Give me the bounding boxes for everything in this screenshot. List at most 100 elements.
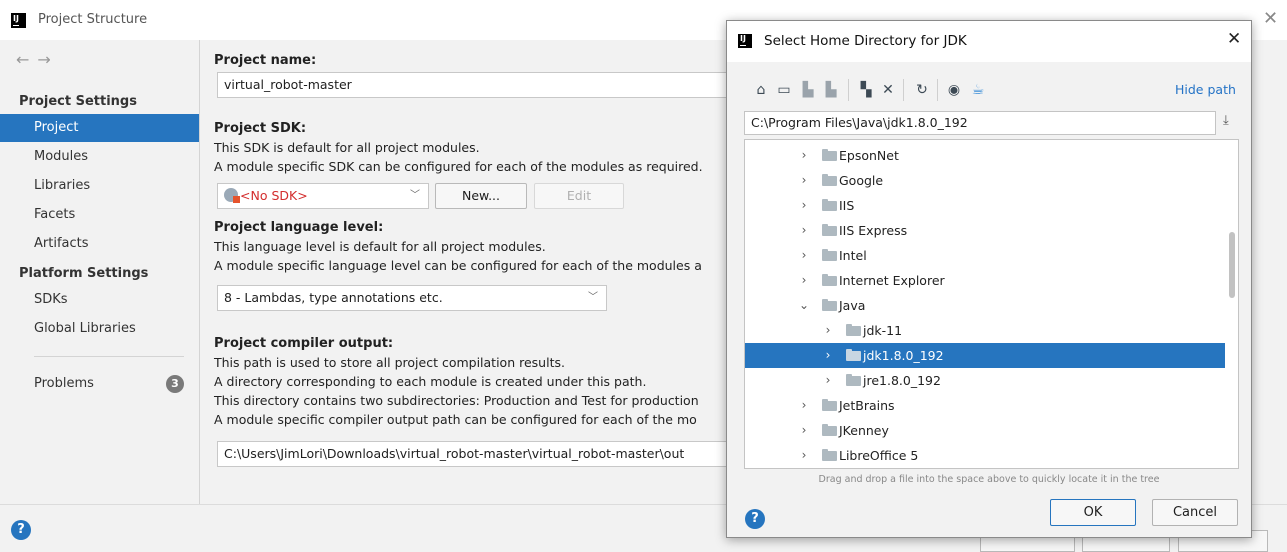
module-icon[interactable]: ▙ [822, 81, 840, 99]
language-level-value: 8 - Lambdas, type annotations etc. [224, 290, 443, 305]
ok-button[interactable]: OK [1050, 499, 1136, 526]
sidebar-item-libraries[interactable]: Libraries [0, 172, 199, 200]
compiler-output-input[interactable]: C:\Users\JimLori\Downloads\virtual_robot… [217, 441, 747, 467]
folder-icon [846, 374, 861, 386]
chevron-down-icon: ﹀ [410, 190, 420, 201]
nav-back-forward-icon[interactable]: ←→ [16, 50, 59, 69]
sidebar-item-modules[interactable]: Modules [0, 143, 199, 171]
project-name-input[interactable]: virtual_robot-master [217, 72, 747, 98]
new-folder-icon[interactable]: ▚ [857, 81, 875, 99]
show-hidden-icon[interactable]: ◉ [945, 81, 963, 99]
sdk-select[interactable]: <No SDK> ﹀ [217, 183, 429, 209]
compiler-desc-3: This directory contains two subdirectori… [214, 393, 699, 408]
folder-icon [822, 224, 837, 236]
download-icon[interactable]: ⤓ [1223, 113, 1229, 128]
sidebar-item-project[interactable]: Project [0, 114, 199, 142]
folder-icon [846, 349, 861, 361]
tree-row-label: Java [839, 298, 866, 313]
dialog-title-bar: IJ Select Home Directory for JDK ✕ [727, 21, 1251, 62]
main-close-icon[interactable]: ✕ [1263, 8, 1278, 29]
tree-row-label: JetBrains [839, 398, 895, 413]
chevron-right-icon[interactable]: › [822, 318, 834, 343]
edit-sdk-button[interactable]: Edit [534, 183, 624, 209]
desktop-icon[interactable]: ▭ [775, 81, 793, 99]
cancel-button[interactable]: Cancel [1152, 499, 1238, 526]
tree-row[interactable]: › jre1.8.0_192 [745, 368, 1225, 393]
tree-scrollbar[interactable] [1225, 140, 1238, 468]
chevron-right-icon[interactable]: › [798, 193, 810, 218]
help-icon[interactable]: ? [745, 509, 765, 529]
sidebar-item-facets[interactable]: Facets [0, 201, 199, 229]
problems-count-badge: 3 [166, 375, 184, 393]
tree-row[interactable]: › IIS Express [745, 218, 1225, 243]
chevron-right-icon[interactable]: › [822, 343, 834, 368]
folder-icon [822, 424, 837, 436]
jdk-icon[interactable]: ☕ [969, 81, 987, 99]
chevron-right-icon[interactable]: › [798, 218, 810, 243]
project-icon[interactable]: ▙ [799, 81, 817, 99]
folder-icon [822, 399, 837, 411]
folder-icon [822, 299, 837, 311]
compiler-output-label: Project compiler output: [214, 336, 394, 351]
scrollbar-thumb[interactable] [1229, 232, 1235, 298]
folder-icon [846, 324, 861, 336]
directory-tree[interactable]: › EpsonNet › Google › IIS › IIS Express › Intel › I… [744, 139, 1239, 469]
lang-desc-2: A module specific language level can be … [214, 258, 702, 273]
tree-row-label: JKenney [839, 423, 889, 438]
select-jdk-dialog: IJ Select Home Directory for JDK ✕ ⌂ ▭ ▙… [726, 20, 1252, 538]
home-icon[interactable]: ⌂ [752, 81, 770, 99]
drag-drop-hint: Drag and drop a file into the space abov… [818, 474, 1160, 485]
tree-row[interactable]: › Intel [745, 243, 1225, 268]
chevron-down-icon[interactable]: ⌄ [798, 293, 810, 318]
refresh-icon[interactable]: ↻ [913, 81, 931, 99]
tree-row[interactable]: › jdk-11 [745, 318, 1225, 343]
lang-desc-1: This language level is default for all p… [214, 239, 546, 254]
language-level-label: Project language level: [214, 220, 384, 235]
sidebar-divider [34, 356, 184, 357]
delete-icon[interactable]: ✕ [879, 81, 897, 99]
tree-row[interactable]: ⌄ Java [745, 293, 1225, 318]
chevron-right-icon[interactable]: › [798, 268, 810, 293]
tree-row-label: jre1.8.0_192 [863, 373, 941, 388]
tree-row-label: jdk-11 [863, 323, 903, 338]
sidebar-item-sdks[interactable]: SDKs [0, 286, 199, 314]
folder-icon [822, 149, 837, 161]
sidebar-item-artifacts[interactable]: Artifacts [0, 230, 199, 258]
compiler-desc-4: A module specific compiler output path c… [214, 412, 697, 427]
tree-row[interactable]: › Internet Explorer [745, 268, 1225, 293]
hide-path-link[interactable]: Hide path [1175, 82, 1236, 97]
chevron-right-icon[interactable]: › [798, 168, 810, 193]
compiler-desc-1: This path is used to store all project c… [214, 355, 565, 370]
section-project-settings: Project Settings [19, 94, 137, 109]
tree-row[interactable]: › Google [745, 168, 1225, 193]
new-sdk-button[interactable]: New... [435, 183, 527, 209]
chevron-right-icon[interactable]: › [798, 243, 810, 268]
close-icon[interactable]: ✕ [1227, 29, 1241, 49]
tree-row-label: Intel [839, 248, 867, 263]
chevron-right-icon[interactable]: › [798, 418, 810, 443]
chevron-right-icon[interactable]: › [798, 443, 810, 468]
language-level-select[interactable]: 8 - Lambdas, type annotations etc. ﹀ [217, 285, 607, 311]
tree-row-label: IIS Express [839, 223, 908, 238]
sidebar: ←→ Project Settings Project Modules Libr… [0, 40, 200, 504]
help-icon[interactable]: ? [11, 520, 31, 540]
sidebar-item-global-libraries[interactable]: Global Libraries [0, 315, 199, 343]
toolbar-separator [937, 79, 938, 101]
chevron-right-icon[interactable]: › [798, 393, 810, 418]
chevron-right-icon[interactable]: › [822, 368, 834, 393]
path-input[interactable]: C:\Program Files\Java\jdk1.8.0_192 [744, 111, 1216, 135]
tree-row-label: EpsonNet [839, 148, 899, 163]
sdk-desc-1: This SDK is default for all project modu… [214, 140, 480, 155]
tree-row[interactable]: › JKenney [745, 418, 1225, 443]
tree-row[interactable]: › jdk1.8.0_192 [745, 343, 1225, 368]
tree-row[interactable]: › LibreOffice 5 [745, 443, 1225, 468]
tree-row[interactable]: › IIS [745, 193, 1225, 218]
sdk-desc-2: A module specific SDK can be configured … [214, 159, 703, 174]
chevron-right-icon[interactable]: › [798, 143, 810, 168]
dialog-title: Select Home Directory for JDK [764, 33, 967, 49]
tree-row[interactable]: › JetBrains [745, 393, 1225, 418]
section-platform-settings: Platform Settings [19, 266, 149, 281]
folder-icon [822, 174, 837, 186]
tree-row[interactable]: › EpsonNet [745, 143, 1225, 168]
folder-icon [822, 249, 837, 261]
